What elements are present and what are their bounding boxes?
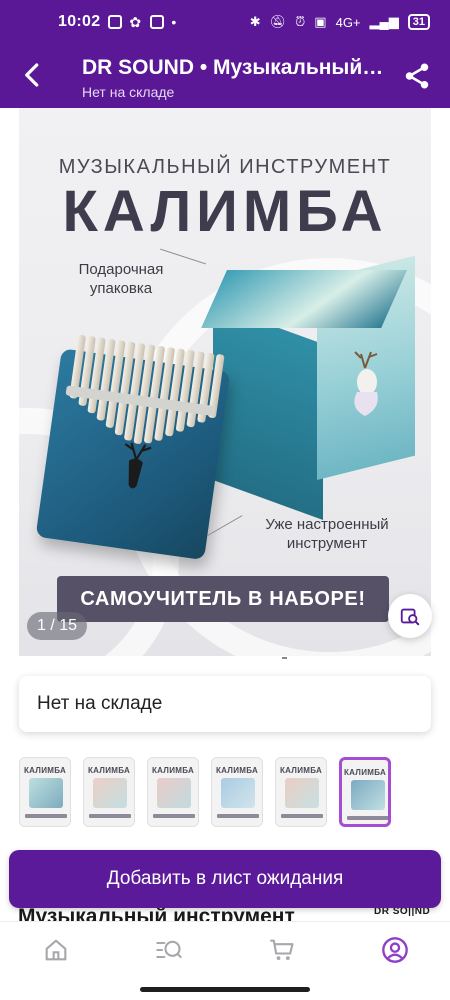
profile-icon[interactable] xyxy=(381,936,409,964)
home-icon[interactable] xyxy=(42,936,70,964)
signal-icon: ▂▄▆ xyxy=(369,14,399,29)
thumbnail-3[interactable]: КАЛИМБА xyxy=(147,757,199,827)
gift-package-label: Подарочная упаковка xyxy=(78,261,164,297)
thumbnail-strip: КАЛИМБА КАЛИМБА КАЛИМБА КАЛИМБА КАЛИМБА … xyxy=(19,757,439,829)
bottom-navigation xyxy=(0,921,450,977)
app-notification-icon: ✿ xyxy=(129,14,142,30)
product-image-gallery[interactable]: МУЗЫКАЛЬНЫЙ ИНСТРУМЕНТ КАЛИМБА Подарочна… xyxy=(19,108,431,656)
promo-title: КАЛИМБА xyxy=(62,179,388,244)
availability-text: Нет на складе xyxy=(37,693,163,714)
page-subtitle: Нет на складе xyxy=(82,84,175,100)
share-icon[interactable] xyxy=(402,61,432,91)
tuned-instrument-label: Уже настроенный инструмент xyxy=(265,516,389,552)
thumbnail-1[interactable]: КАЛИМБА xyxy=(19,757,71,827)
kalimba-image xyxy=(24,317,255,577)
upload-notification-icon xyxy=(108,15,123,29)
thumbnail-4[interactable]: КАЛИМБА xyxy=(211,757,263,827)
stag-illustration xyxy=(354,351,378,416)
status-time: 10:02 xyxy=(58,13,101,30)
add-to-waitlist-label: Добавить в лист ожидания xyxy=(106,868,344,889)
thumbnail-2[interactable]: КАЛИМБА xyxy=(83,757,135,827)
status-bar: 10:02 ✿ • ✱ 🔕︎ ⏰︎ ▣ 4G+ ▂▄▆ 31 xyxy=(0,0,450,44)
back-arrow-icon[interactable] xyxy=(18,60,48,90)
find-similar-button[interactable] xyxy=(388,594,432,638)
mute-icon: 🔕︎ xyxy=(269,14,287,29)
thumbnail-6-selected[interactable]: КАЛИМБА xyxy=(339,757,391,827)
alarm-icon: ⏰︎ xyxy=(295,14,306,29)
network-type: 4G+ xyxy=(335,14,361,30)
deer-engraving xyxy=(124,442,152,489)
bluetooth-icon: ✱ xyxy=(249,14,261,29)
catalog-search-icon[interactable] xyxy=(155,936,183,964)
more-notifications-icon: • xyxy=(171,14,177,30)
page-title: DR SOUND • Музыкальный инструмент калимб… xyxy=(82,56,387,79)
cart-icon[interactable] xyxy=(268,936,296,964)
gallery-page-indicator xyxy=(282,657,287,659)
image-counter: 1 / 15 xyxy=(27,612,88,640)
battery-icon: 31 xyxy=(407,14,430,30)
app-bar: DR SOUND • Музыкальный инструмент калимб… xyxy=(0,44,450,108)
add-to-waitlist-button[interactable]: Добавить в лист ожидания xyxy=(9,850,441,908)
gallery-notification-icon xyxy=(150,15,165,29)
volte-icon: ▣ xyxy=(314,14,327,29)
availability-card: Нет на складе xyxy=(19,676,431,732)
image-search-icon xyxy=(400,608,420,626)
system-home-indicator[interactable] xyxy=(140,987,310,992)
promo-subtitle: МУЗЫКАЛЬНЫЙ ИНСТРУМЕНТ xyxy=(58,156,392,178)
tutorial-banner: САМОУЧИТЕЛЬ В НАБОРЕ! xyxy=(57,576,389,622)
thumbnail-5[interactable]: КАЛИМБА xyxy=(275,757,327,827)
